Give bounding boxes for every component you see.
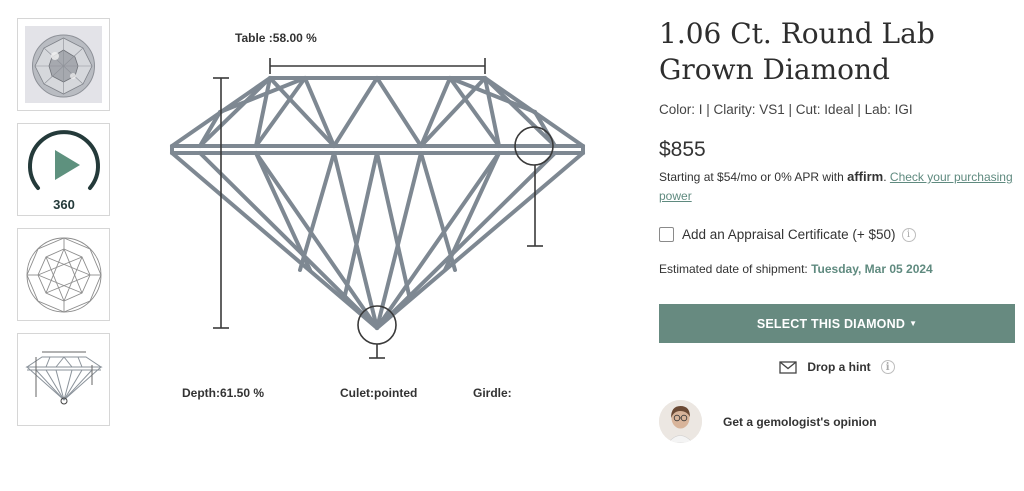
shipment-date: Tuesday, Mar 05 2024: [811, 262, 933, 276]
product-price: $855: [659, 138, 706, 161]
round-top-outline-icon: [26, 237, 101, 312]
financing-text: Starting at $54/mo or 0% APR with: [659, 170, 844, 184]
360-label: 360: [53, 197, 75, 212]
select-diamond-button[interactable]: SELECT THIS DIAMOND ▼: [659, 304, 1015, 343]
appraisal-label[interactable]: Add an Appraisal Certificate (+ $50): [682, 227, 896, 242]
thumbnail-360-video[interactable]: 360: [17, 123, 110, 216]
product-info-panel: 1.06 Ct. Round Lab Grown Diamond Color: …: [659, 16, 1015, 443]
diamond-profile-diagram: Table :58.00 % Depth:61.50 % Culet:point…: [160, 20, 600, 420]
caret-down-icon: ▼: [909, 319, 918, 328]
profile-diagram-icon: [24, 351, 103, 404]
diamond-proportions-svg: [170, 58, 585, 359]
envelope-icon: [779, 360, 797, 374]
drop-hint-button[interactable]: Drop a hint i: [659, 360, 1015, 374]
gemologist-avatar: [659, 400, 702, 443]
play-360-icon: 360: [27, 129, 100, 212]
appraisal-option[interactable]: Add an Appraisal Certificate (+ $50) i: [659, 227, 1015, 242]
thumbnail-top-view[interactable]: [17, 228, 110, 321]
gemologist-label[interactable]: Get a gemologist's opinion: [723, 415, 877, 429]
product-title: 1.06 Ct. Round Lab Grown Diamond: [659, 17, 935, 86]
drop-hint-label[interactable]: Drop a hint: [807, 360, 870, 374]
financing-info: Starting at $54/mo or 0% APR with affirm…: [659, 169, 1013, 203]
thumbnail-gallery: 360: [17, 18, 110, 438]
shipment-label: Estimated date of shipment:: [659, 262, 808, 276]
affirm-logo: affirm: [847, 169, 884, 184]
gemologist-opinion[interactable]: Get a gemologist's opinion: [659, 400, 1015, 443]
culet-label: Culet:pointed: [340, 386, 418, 400]
shipment-info: Estimated date of shipment: Tuesday, Mar…: [659, 262, 1015, 276]
select-diamond-label: SELECT THIS DIAMOND: [756, 316, 906, 331]
diamond-outline: [170, 76, 585, 330]
hint-info-icon[interactable]: i: [880, 360, 895, 374]
diamond-photo-icon: [25, 26, 102, 103]
depth-label: Depth:61.50 %: [182, 386, 265, 400]
table-label: Table :58.00 %: [235, 31, 317, 45]
info-icon[interactable]: i: [901, 227, 916, 242]
appraisal-checkbox[interactable]: [659, 227, 674, 242]
girdle-label: Girdle:: [473, 386, 512, 400]
product-specs: Color: I | Clarity: VS1 | Cut: Ideal | L…: [659, 102, 913, 117]
thumbnail-profile-diagram[interactable]: [17, 333, 110, 426]
thumbnail-photo[interactable]: [17, 18, 110, 111]
